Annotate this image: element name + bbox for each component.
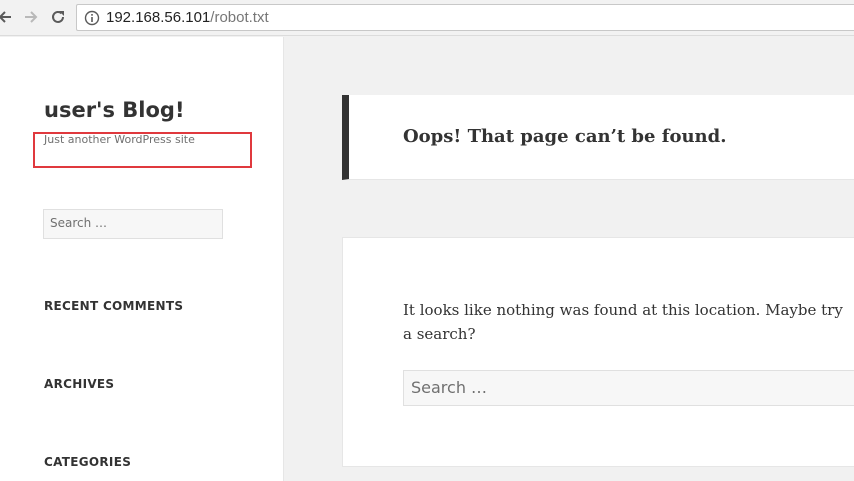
info-icon[interactable] <box>84 10 100 26</box>
forward-arrow-icon[interactable] <box>20 6 42 28</box>
page-header-card: Oops! That page can’t be found. <box>342 95 854 180</box>
main-search-input[interactable]: Search … <box>403 370 854 406</box>
sidebar-search-input[interactable]: Search … <box>43 209 223 239</box>
page-title: Oops! That page can’t be found. <box>403 126 727 147</box>
site-title[interactable]: user's Blog! <box>44 98 185 122</box>
browser-toolbar: 192.168.56.101/robot.txt <box>0 0 854 36</box>
url-text: 192.168.56.101/robot.txt <box>106 9 269 27</box>
not-found-message: It looks like nothing was found at this … <box>403 301 843 343</box>
url-host: 192.168.56.101 <box>106 9 211 26</box>
content-card: It looks like nothing was found at this … <box>342 237 854 467</box>
widget-title-categories: CATEGORIES <box>44 455 132 469</box>
back-arrow-icon[interactable] <box>0 6 16 28</box>
sidebar: user's Blog! Just another WordPress site… <box>0 37 284 481</box>
widget-title-archives: ARCHIVES <box>44 377 115 391</box>
address-bar[interactable]: 192.168.56.101/robot.txt <box>76 4 854 31</box>
highlight-box <box>33 132 252 168</box>
widget-title-recent-comments: RECENT COMMENTS <box>44 299 184 313</box>
url-path: /robot.txt <box>210 9 269 26</box>
reload-icon[interactable] <box>47 6 69 28</box>
